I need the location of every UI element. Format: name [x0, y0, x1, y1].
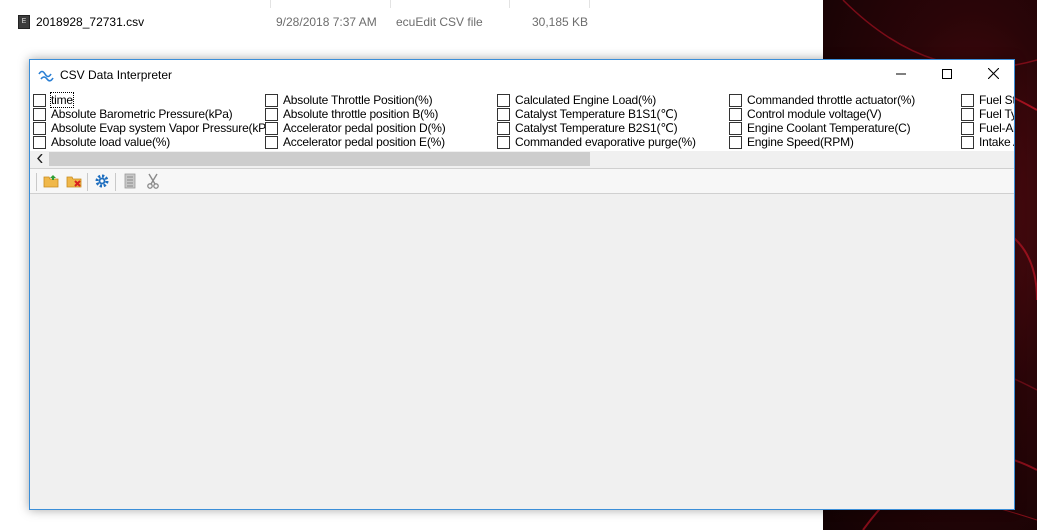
toolbar-separator [115, 173, 116, 191]
checkbox-label: Engine Speed(RPM) [747, 135, 854, 149]
checkbox-label: Absolute Throttle Position(%) [283, 93, 433, 107]
settings-button[interactable] [93, 173, 111, 191]
checkbox-label: Fuel-Ai [979, 121, 1014, 135]
checkbox-label: time [50, 92, 74, 108]
column-divider [390, 0, 391, 8]
checkbox-label: Engine Coolant Temperature(C) [747, 121, 911, 135]
checkbox[interactable] [33, 122, 46, 135]
checkbox-label: Absolute throttle position B(%) [283, 107, 439, 121]
checkbox[interactable] [497, 94, 510, 107]
close-folder-icon [66, 174, 82, 191]
checkbox-label: Fuel Ty [979, 107, 1014, 121]
checkbox-label: Catalyst Temperature B1S1(℃) [515, 107, 678, 121]
checkbox-label: Commanded throttle actuator(%) [747, 93, 916, 107]
checkbox[interactable] [33, 136, 46, 149]
checkbox[interactable] [265, 108, 278, 121]
title-bar[interactable]: CSV Data Interpreter [30, 60, 1014, 90]
toolbar-separator [87, 173, 88, 191]
close-icon [987, 67, 999, 82]
minimize-button[interactable] [878, 60, 924, 90]
window-title: CSV Data Interpreter [60, 68, 173, 82]
checkbox[interactable] [961, 108, 974, 121]
scrollbar-thumb[interactable] [49, 152, 590, 166]
filter-button[interactable] [121, 173, 139, 191]
toolbar [30, 168, 1014, 194]
file-size: 30,185 KB [532, 15, 589, 29]
csv-data-interpreter-window: CSV Data Interpreter time Absolute Barom… [29, 59, 1015, 510]
checkbox-label: Accelerator pedal position D(%) [283, 121, 446, 135]
column-checkbox-panel: time Absolute Barometric Pressure(kPa) A… [30, 90, 1014, 167]
checkbox[interactable] [729, 108, 742, 121]
scroll-left-button[interactable] [32, 151, 48, 167]
close-file-button[interactable] [65, 173, 83, 191]
checkbox-label: Control module voltage(V) [747, 107, 882, 121]
checkbox-label: Absolute Evap system Vapor Pressure(kPa) [51, 121, 277, 135]
checkbox[interactable] [497, 136, 510, 149]
checkbox[interactable] [729, 136, 742, 149]
minimize-icon [896, 68, 906, 82]
checkbox-label: Fuel Sta [979, 93, 1014, 107]
wave-icon [38, 67, 54, 83]
data-view-area[interactable] [30, 195, 1014, 509]
column-divider [270, 0, 271, 8]
checkbox[interactable] [961, 122, 974, 135]
checkbox-label: Accelerator pedal position E(%) [283, 135, 445, 149]
checkbox[interactable] [961, 136, 974, 149]
cut-button[interactable] [144, 173, 162, 191]
maximize-icon [942, 68, 952, 82]
explorer-file-row[interactable]: E 2018928_72731.csv 9/28/2018 7:37 AM ec… [0, 0, 823, 58]
close-button[interactable] [970, 60, 1016, 90]
file-type: ecuEdit CSV file [396, 15, 483, 29]
checkbox-label: Intake A [979, 135, 1014, 149]
column-divider [509, 0, 510, 8]
filter-icon [123, 173, 137, 192]
open-file-button[interactable] [42, 173, 60, 191]
settings-gear-icon [94, 173, 110, 192]
checkbox[interactable] [265, 94, 278, 107]
checkbox[interactable] [265, 136, 278, 149]
checkbox[interactable] [497, 108, 510, 121]
file-date-modified: 9/28/2018 7:37 AM [276, 15, 377, 29]
checkbox[interactable] [729, 94, 742, 107]
maximize-button[interactable] [924, 60, 970, 90]
checkbox-label: Absolute Barometric Pressure(kPa) [51, 107, 233, 121]
column-divider [589, 0, 590, 8]
open-folder-icon [43, 174, 59, 191]
checkbox-label: Calculated Engine Load(%) [515, 93, 657, 107]
checkbox[interactable] [265, 122, 278, 135]
horizontal-scrollbar[interactable] [30, 151, 1014, 167]
checkbox-label: Commanded evaporative purge(%) [515, 135, 696, 149]
checkbox-label: Catalyst Temperature B2S1(℃) [515, 121, 678, 135]
cut-icon [146, 173, 160, 192]
file-name: 2018928_72731.csv [36, 15, 145, 29]
checkbox[interactable] [961, 94, 974, 107]
checkbox[interactable] [33, 94, 46, 107]
checkbox[interactable] [33, 108, 46, 121]
checkbox[interactable] [497, 122, 510, 135]
checkbox[interactable] [729, 122, 742, 135]
csv-file-icon: E [18, 15, 30, 29]
toolbar-grip [36, 173, 37, 191]
checkbox-label: Absolute load value(%) [51, 135, 171, 149]
chevron-left-icon [37, 152, 43, 166]
